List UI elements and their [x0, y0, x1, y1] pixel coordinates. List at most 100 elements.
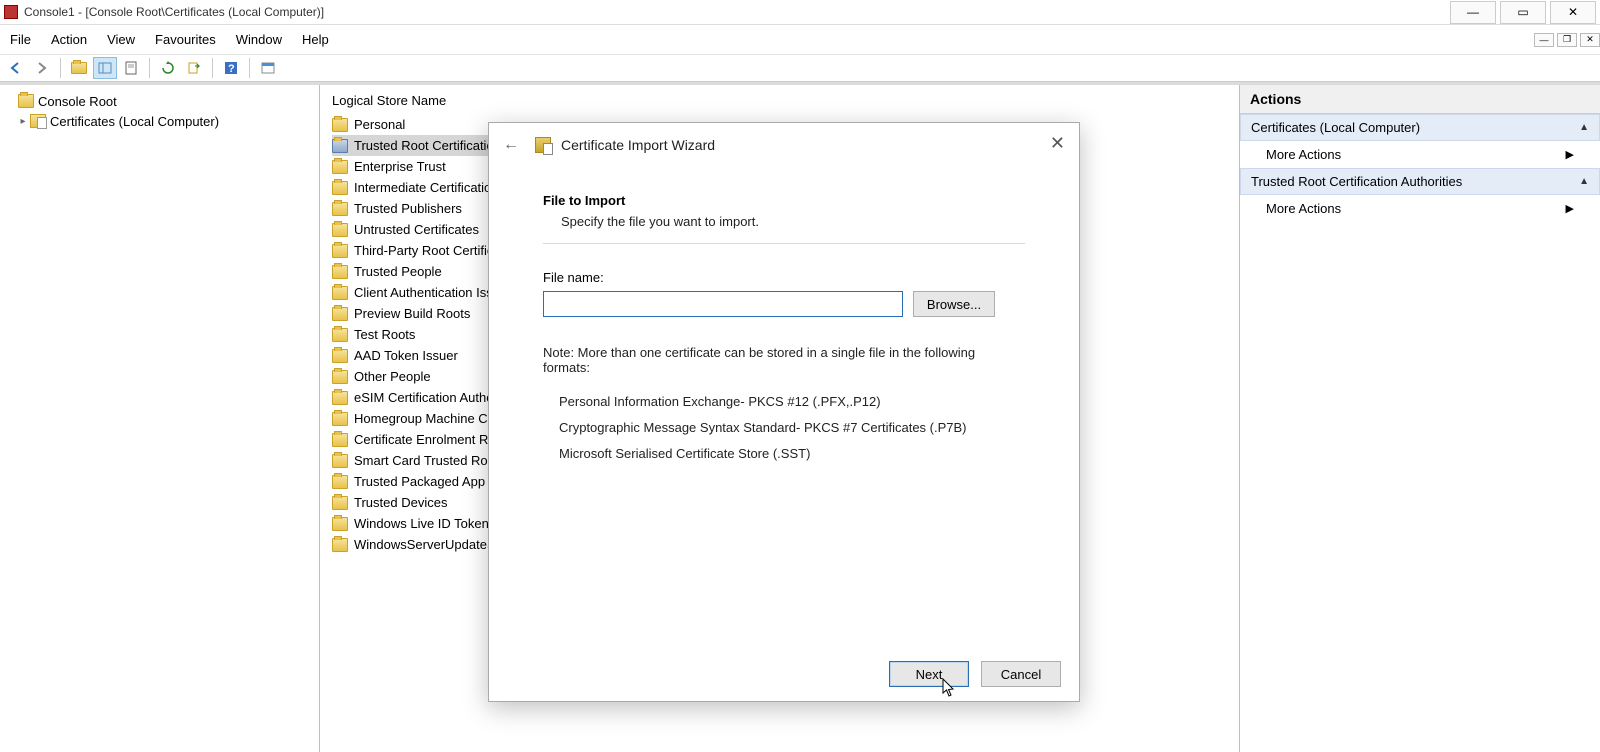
- window-title: Console1 - [Console Root\Certificates (L…: [24, 5, 1450, 19]
- format-item: Microsoft Serialised Certificate Store (…: [559, 441, 1025, 467]
- properties-button[interactable]: [119, 57, 143, 79]
- svg-text:?: ?: [228, 63, 235, 75]
- folder-icon: [332, 391, 348, 405]
- format-item: Cryptographic Message Syntax Standard- P…: [559, 415, 1025, 441]
- folder-icon: [332, 454, 348, 468]
- folder-icon: [332, 265, 348, 279]
- menu-view[interactable]: View: [97, 32, 145, 47]
- more-actions-label: More Actions: [1266, 147, 1341, 162]
- actions-group-trusted-root[interactable]: Trusted Root Certification Authorities ▲: [1240, 168, 1600, 195]
- browse-button[interactable]: Browse...: [913, 291, 995, 317]
- note-text: Note: More than one certificate can be s…: [543, 345, 1025, 375]
- folder-icon: [332, 517, 348, 531]
- window-titlebar: Console1 - [Console Root\Certificates (L…: [0, 0, 1600, 25]
- store-label: Personal: [354, 117, 405, 132]
- actions-pane: Actions Certificates (Local Computer) ▲ …: [1240, 85, 1600, 752]
- folder-icon: [332, 118, 348, 132]
- show-tree-button[interactable]: [93, 57, 117, 79]
- folder-icon: [332, 538, 348, 552]
- menu-bar: File Action View Favourites Window Help …: [0, 25, 1600, 55]
- toolbar-separator: [149, 58, 150, 78]
- menu-file[interactable]: File: [0, 32, 41, 47]
- folder-icon: [332, 286, 348, 300]
- toolbar-separator: [249, 58, 250, 78]
- window-maximize-button[interactable]: ▭: [1500, 1, 1546, 24]
- actions-group-title: Trusted Root Certification Authorities: [1251, 174, 1462, 189]
- submenu-arrow-icon: ▶: [1566, 148, 1574, 161]
- store-label: Smart Card Trusted Roots: [354, 453, 505, 468]
- help-button[interactable]: ?: [219, 57, 243, 79]
- mdi-minimize-button[interactable]: —: [1534, 33, 1554, 47]
- file-name-label: File name:: [543, 270, 1025, 285]
- certificates-icon: [30, 114, 46, 128]
- section-title: File to Import: [543, 193, 1025, 208]
- certificate-wizard-icon: [535, 137, 551, 153]
- store-label: Trusted Publishers: [354, 201, 462, 216]
- tree-certificates-node[interactable]: ▸ Certificates (Local Computer): [4, 111, 315, 131]
- submenu-arrow-icon: ▶: [1566, 202, 1574, 215]
- folder-icon: [332, 223, 348, 237]
- nav-back-button[interactable]: [4, 57, 28, 79]
- store-label: Trusted Devices: [354, 495, 447, 510]
- mmc-app-icon: [4, 5, 18, 19]
- tree-pane: Console Root ▸ Certificates (Local Compu…: [0, 85, 320, 752]
- folder-icon: [332, 412, 348, 426]
- folder-icon: [332, 349, 348, 363]
- up-button[interactable]: [67, 57, 91, 79]
- folder-icon: [332, 475, 348, 489]
- store-label: Test Roots: [354, 327, 415, 342]
- nav-forward-button[interactable]: [30, 57, 54, 79]
- window-minimize-button[interactable]: —: [1450, 1, 1496, 24]
- more-actions-item[interactable]: More Actions ▶: [1240, 141, 1600, 168]
- folder-icon: [332, 433, 348, 447]
- section-subtitle: Specify the file you want to import.: [543, 214, 1025, 229]
- file-name-input[interactable]: [543, 291, 903, 317]
- tree-root[interactable]: Console Root: [4, 91, 315, 111]
- mdi-restore-button[interactable]: ❐: [1557, 33, 1577, 47]
- actions-group-certificates[interactable]: Certificates (Local Computer) ▲: [1240, 114, 1600, 141]
- store-label: Untrusted Certificates: [354, 222, 479, 237]
- toolbar: ?: [0, 55, 1600, 82]
- folder-icon: [18, 94, 34, 108]
- window-close-button[interactable]: ✕: [1550, 1, 1596, 24]
- store-label: AAD Token Issuer: [354, 348, 458, 363]
- folder-icon: [332, 160, 348, 174]
- store-label: Enterprise Trust: [354, 159, 446, 174]
- folder-icon: [332, 244, 348, 258]
- folder-icon: [332, 328, 348, 342]
- collapse-caret-icon: ▲: [1579, 122, 1589, 133]
- expand-caret-icon[interactable]: ▸: [16, 116, 30, 127]
- wizard-title: Certificate Import Wizard: [561, 137, 715, 153]
- more-actions-label: More Actions: [1266, 201, 1341, 216]
- export-button[interactable]: [182, 57, 206, 79]
- tree-child-label: Certificates (Local Computer): [50, 114, 219, 129]
- folder-icon: [332, 370, 348, 384]
- format-list: Personal Information Exchange- PKCS #12 …: [543, 389, 1025, 467]
- toolbar-separator: [212, 58, 213, 78]
- menu-help[interactable]: Help: [292, 32, 339, 47]
- next-button[interactable]: Next: [889, 661, 969, 687]
- folder-icon: [332, 496, 348, 510]
- tree-root-label: Console Root: [38, 94, 117, 109]
- actions-header: Actions: [1240, 85, 1600, 114]
- folder-icon: [332, 139, 348, 153]
- column-header-logical-store[interactable]: Logical Store Name: [332, 93, 810, 114]
- menu-favourites[interactable]: Favourites: [145, 32, 226, 47]
- more-actions-item[interactable]: More Actions ▶: [1240, 195, 1600, 222]
- actions-group-title: Certificates (Local Computer): [1251, 120, 1420, 135]
- cancel-button[interactable]: Cancel: [981, 661, 1061, 687]
- dialog-close-button[interactable]: ✕: [1050, 133, 1065, 154]
- store-label: Preview Build Roots: [354, 306, 470, 321]
- menu-window[interactable]: Window: [226, 32, 292, 47]
- folder-icon: [332, 307, 348, 321]
- store-label: Other People: [354, 369, 431, 384]
- store-label: Trusted People: [354, 264, 442, 279]
- toolbar-separator: [60, 58, 61, 78]
- collapse-caret-icon: ▲: [1579, 176, 1589, 187]
- new-window-button[interactable]: [256, 57, 280, 79]
- mdi-close-button[interactable]: ✕: [1580, 33, 1600, 47]
- refresh-button[interactable]: [156, 57, 180, 79]
- folder-icon: [332, 202, 348, 216]
- wizard-back-button[interactable]: ←: [503, 136, 519, 154]
- menu-action[interactable]: Action: [41, 32, 97, 47]
